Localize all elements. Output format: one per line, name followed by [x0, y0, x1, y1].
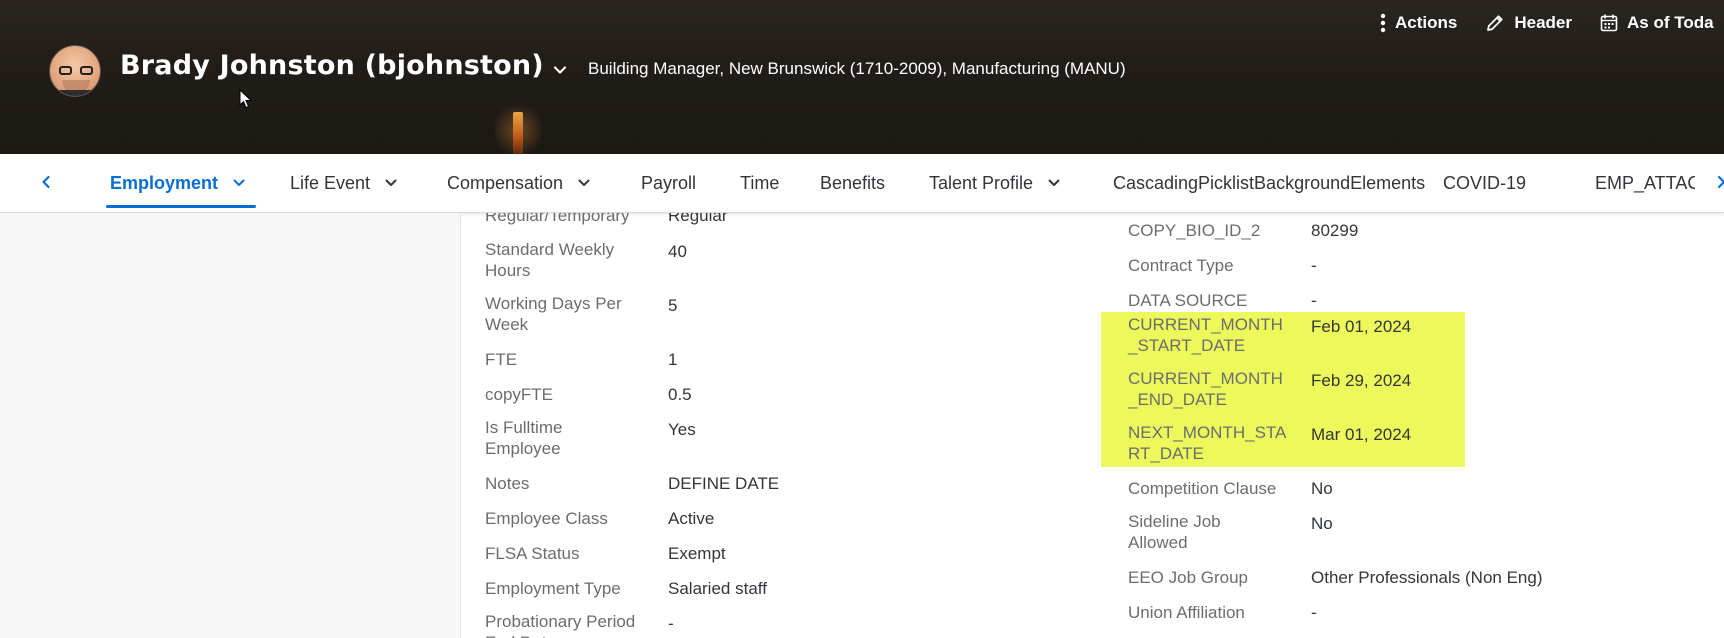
- tab-life-event[interactable]: Life Event: [290, 171, 398, 195]
- field-value-competition-clause: No: [1311, 479, 1333, 498]
- actions-label: Actions: [1395, 13, 1458, 32]
- field-value-flsa-status: Exempt: [668, 544, 726, 563]
- field-value-standard-weekly-hours: 40: [668, 242, 687, 261]
- chevron-down-icon[interactable]: [577, 176, 591, 190]
- field-value-fte: 1: [668, 350, 678, 369]
- field-label-standard-weekly-hours: Standard Weekly Hours: [485, 240, 615, 280]
- field-label-probationary-period-end-date: Probationary Period End Date: [485, 612, 636, 638]
- actions-button[interactable]: Actions: [1380, 13, 1457, 33]
- field-label-line: NEXT_MONTH_STA: [1128, 423, 1287, 442]
- chevron-right-icon[interactable]: [1716, 172, 1724, 192]
- field-value-eeo-job-group: Other Professionals (Non Eng): [1311, 568, 1543, 587]
- field-label-flsa-status: FLSA Status: [485, 544, 580, 563]
- field-label-notes: Notes: [485, 474, 530, 493]
- field-label-working-days-per-week: Working Days Per Week: [485, 294, 622, 334]
- field-label-line: CURRENT_MONTH: [1128, 369, 1283, 388]
- chevron-down-icon[interactable]: [232, 176, 246, 190]
- left-margin: [0, 213, 461, 638]
- field-value-sideline-job-allowed: No: [1311, 514, 1333, 533]
- field-value-employment-type: Salaried staff: [668, 579, 767, 598]
- field-value-notes: DEFINE DATE: [668, 474, 780, 493]
- field-value-current-month-end-date: Feb 29, 2024: [1311, 371, 1412, 390]
- field-value-probationary-period-end-date: -: [668, 614, 674, 633]
- profile-header: Brady Johnston (bjohnston) Building Mana…: [0, 0, 1724, 154]
- mouse-cursor-icon: [239, 89, 253, 109]
- pencil-icon: [1487, 15, 1503, 31]
- field-label-contract-type: Contract Type: [1128, 256, 1234, 275]
- chevron-down-icon[interactable]: [1047, 176, 1061, 190]
- field-value-copy-fte: 0.5: [668, 385, 692, 404]
- employment-details: Regular/Temporary Regular Standard Weekl…: [0, 213, 1724, 638]
- tab-label: EMP_ATTAC: [1595, 172, 1695, 193]
- field-value-employee-class: Active: [668, 509, 715, 528]
- field-label-copy-bio-id-2: COPY_BIO_ID_2: [1128, 221, 1261, 240]
- field-label-next-month-start-date: NEXT_MONTH_STA RT_DATE: [1128, 422, 1286, 464]
- header-label: Header: [1514, 13, 1572, 32]
- header-button[interactable]: Header: [1485, 13, 1572, 33]
- field-label-sideline-job-allowed: Sideline Job Allowed: [1128, 512, 1221, 552]
- field-label-current-month-end-date: CURRENT_MONTH _END_DATE: [1128, 368, 1283, 410]
- field-label-is-fulltime-employee: Is Fulltime Employee: [485, 418, 563, 458]
- tab-benefits[interactable]: Benefits: [820, 171, 885, 195]
- tab-label: Benefits: [820, 172, 886, 193]
- tab-employment[interactable]: Employment: [110, 171, 246, 195]
- field-value-data-source: -: [1311, 291, 1317, 310]
- person-subtitle: Building Manager, New Brunswick (1710-20…: [588, 59, 1126, 78]
- field-value-working-days-per-week: 5: [668, 296, 678, 315]
- header-background-tower: [513, 112, 523, 154]
- tab-talent-profile[interactable]: Talent Profile: [929, 171, 1061, 195]
- field-value-regular-temporary: Regular: [668, 213, 728, 225]
- tab-cascading-picklist[interactable]: CascadingPicklistBackgroundElements: [1113, 171, 1425, 195]
- more-vertical-icon: [1380, 13, 1386, 33]
- person-name[interactable]: Brady Johnston (bjohnston): [120, 50, 544, 81]
- field-label-line: CURRENT_MONTH: [1128, 315, 1283, 334]
- as-of-today-button[interactable]: As of Toda: [1600, 13, 1714, 33]
- field-value-contract-type: -: [1311, 256, 1317, 275]
- field-value-is-fulltime-employee: Yes: [668, 420, 696, 439]
- tab-label: Talent Profile: [929, 172, 1034, 193]
- avatar[interactable]: [49, 45, 101, 97]
- calendar-icon: [1600, 14, 1618, 32]
- field-value-copy-bio-id-2: 80299: [1311, 221, 1359, 240]
- field-label-competition-clause: Competition Clause: [1128, 479, 1277, 498]
- tab-emp-attac[interactable]: EMP_ATTAC: [1595, 171, 1695, 195]
- field-label-eeo-job-group: EEO Job Group: [1128, 568, 1249, 587]
- field-label-employee-class: Employee Class: [485, 509, 608, 528]
- field-label-copy-fte: copyFTE: [485, 385, 554, 404]
- tab-bar: Employment Life Event Compensation Payro…: [0, 154, 1724, 213]
- chevron-down-icon[interactable]: [384, 176, 398, 190]
- field-label-line: RT_DATE: [1128, 444, 1204, 463]
- active-tab-indicator: [106, 205, 256, 208]
- tab-label: Payroll: [641, 172, 697, 193]
- field-value-next-month-start-date: Mar 01, 2024: [1311, 425, 1412, 444]
- tab-label: CascadingPicklistBackgroundElements: [1113, 172, 1426, 193]
- tab-label: Life Event: [290, 172, 371, 193]
- tab-label: Compensation: [447, 172, 564, 193]
- field-value-current-month-start-date: Feb 01, 2024: [1311, 317, 1412, 336]
- field-label-employment-type: Employment Type: [485, 579, 621, 598]
- field-label-data-source: DATA SOURCE: [1128, 291, 1248, 310]
- field-value-union-affiliation: -: [1311, 603, 1317, 622]
- field-label-current-month-start-date: CURRENT_MONTH _START_DATE: [1128, 314, 1283, 356]
- tab-covid-19[interactable]: COVID-19: [1443, 171, 1526, 195]
- field-label-line: _START_DATE: [1128, 336, 1246, 355]
- field-label-union-affiliation: Union Affiliation: [1128, 603, 1245, 622]
- field-label-line: _END_DATE: [1128, 390, 1227, 409]
- chevron-down-icon[interactable]: [552, 62, 568, 78]
- tab-time[interactable]: Time: [740, 171, 779, 195]
- header-actions: Actions Header As of Toda: [1380, 12, 1724, 34]
- tab-label: Time: [740, 172, 780, 193]
- field-label-regular-temporary: Regular/Temporary: [485, 213, 630, 225]
- tab-compensation[interactable]: Compensation: [447, 171, 591, 195]
- chevron-left-icon[interactable]: [38, 172, 54, 192]
- tab-label: Employment: [110, 172, 219, 193]
- as-of-today-label: As of Toda: [1626, 13, 1714, 32]
- tab-payroll[interactable]: Payroll: [641, 171, 696, 195]
- field-label-fte: FTE: [485, 350, 518, 369]
- tab-label: COVID-19: [1443, 172, 1527, 193]
